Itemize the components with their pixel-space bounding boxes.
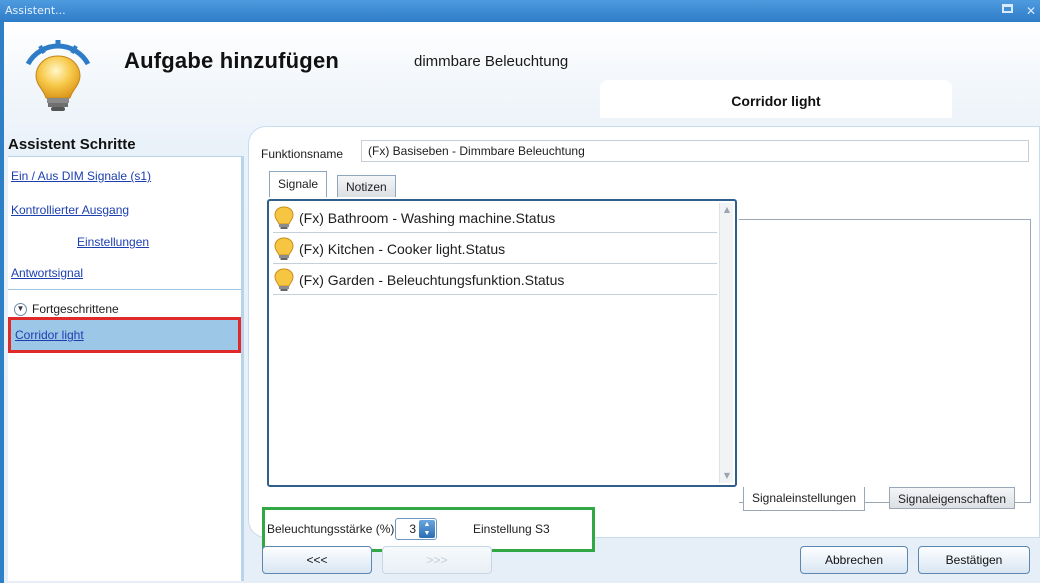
window-controls: ✕	[1002, 0, 1040, 22]
chevron-up-icon[interactable]: ▲	[419, 520, 435, 529]
close-button[interactable]: ✕	[1024, 4, 1038, 18]
tab-signal-properties[interactable]: Signaleigenschaften	[889, 487, 1016, 509]
back-button[interactable]: <<<	[262, 546, 372, 574]
page-subtitle: dimmbare Beleuchtung	[414, 53, 569, 70]
maximize-icon	[1002, 4, 1013, 13]
brightness-stepper[interactable]: 3 ▲ ▼	[395, 518, 437, 540]
tab-signals[interactable]: Signale	[269, 171, 328, 197]
function-name-field[interactable]: (Fx) Basiseben - Dimmbare Beleuchtung	[361, 140, 1029, 162]
content-panel: Funktionsname (Fx) Basiseben - Dimmbare …	[248, 126, 1040, 552]
step-link-controlled-output[interactable]: Kontrollierter Ausgang	[11, 203, 129, 217]
confirm-button[interactable]: Bestätigen	[918, 546, 1030, 574]
step-link-signals[interactable]: Ein / Aus DIM Signale (s1)	[11, 169, 151, 183]
lightbulb-icon	[274, 267, 294, 291]
maximize-button[interactable]	[1002, 4, 1016, 18]
window-titlebar: Assistent... ✕	[0, 0, 1040, 22]
wizard-header: Aufgabe hinzufügen dimmbare Beleuchtung …	[4, 22, 1040, 128]
list-item[interactable]: (Fx) Kitchen - Cooker light.Status	[273, 234, 717, 264]
vertical-scrollbar[interactable]: ▲ ▼	[719, 203, 733, 483]
brightness-label: Beleuchtungsstärke (%)	[267, 522, 395, 536]
scroll-up-icon[interactable]: ▲	[720, 203, 734, 217]
wizard-window: Aufgabe hinzufügen dimmbare Beleuchtung …	[4, 22, 1040, 583]
window-title: Assistent...	[5, 4, 66, 17]
lightbulb-icon	[25, 40, 91, 111]
step-link-settings[interactable]: Einstellungen	[77, 235, 149, 249]
signal-label: (Fx) Kitchen - Cooker light.Status	[299, 240, 506, 257]
device-name-tab: Corridor light	[600, 80, 952, 118]
step-link-corridor-light[interactable]: Corridor light	[15, 328, 84, 342]
cancel-button[interactable]: Abbrechen	[800, 546, 908, 574]
lightbulb-icon	[274, 205, 294, 229]
signal-settings-panel	[739, 219, 1031, 503]
brightness-value[interactable]: 3	[409, 522, 416, 536]
steps-panel: Ein / Aus DIM Signale (s1) Kontrollierte…	[8, 156, 244, 581]
signal-label: (Fx) Bathroom - Washing machine.Status	[299, 209, 556, 226]
chevron-down-icon[interactable]: ▼	[419, 529, 435, 538]
steps-title: Assistent Schritte	[8, 136, 136, 153]
tab-signal-settings[interactable]: Signaleinstellungen	[743, 487, 866, 511]
scroll-down-icon[interactable]: ▼	[720, 469, 734, 483]
list-item[interactable]: (Fx) Bathroom - Washing machine.Status	[273, 203, 717, 233]
lightbulb-icon	[274, 236, 294, 260]
chevron-down-icon: ▼	[14, 302, 27, 316]
active-step-item[interactable]: Corridor light	[8, 317, 241, 353]
close-icon: ✕	[1025, 4, 1037, 18]
step-link-response-signal[interactable]: Antwortsignal	[11, 266, 83, 280]
advanced-label: Fortgeschrittene	[32, 302, 119, 316]
signal-list: (Fx) Bathroom - Washing machine.Status (…	[267, 199, 737, 487]
list-item[interactable]: (Fx) Garden - Beleuchtungsfunktion.Statu…	[273, 265, 717, 295]
next-button[interactable]: >>>	[382, 546, 492, 574]
signal-label: (Fx) Garden - Beleuchtungsfunktion.Statu…	[299, 271, 565, 288]
brightness-setting-label: Einstellung S3	[473, 522, 550, 536]
tab-notes[interactable]: Notizen	[337, 175, 396, 197]
divider	[8, 289, 241, 290]
spin-buttons[interactable]: ▲ ▼	[419, 520, 435, 538]
page-title: Aufgabe hinzufügen	[124, 48, 340, 73]
function-name-label: Funktionsname	[261, 147, 344, 161]
advanced-toggle[interactable]: ▼ Fortgeschrittene	[14, 302, 119, 316]
